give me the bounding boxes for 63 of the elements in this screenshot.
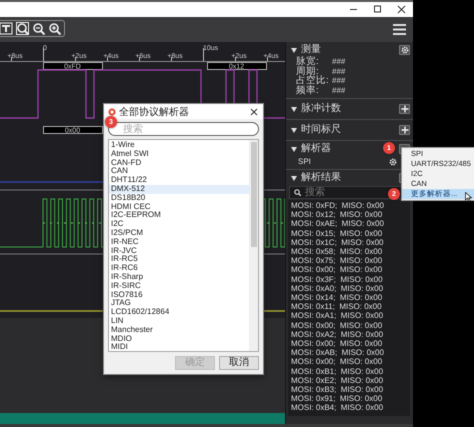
list-item[interactable]: IR-RC5: [109, 255, 249, 264]
list-item[interactable]: I2C-EEPROM: [109, 211, 249, 220]
list-item[interactable]: LCD1602/12864: [109, 308, 249, 317]
measure-label: 频率:: [296, 84, 320, 97]
result-row[interactable]: MOSI: 0x58; MISO: 0x00: [291, 247, 407, 256]
cancel-button[interactable]: 取消: [219, 356, 259, 370]
measure-label: 脉宽:: [296, 55, 320, 68]
list-item[interactable]: CAN: [109, 167, 249, 176]
result-row[interactable]: MOSI: 0xA0; MISO: 0x00: [291, 284, 407, 294]
section-title: 解析器: [301, 143, 331, 155]
list-item[interactable]: I2C: [109, 220, 249, 229]
measure-label: 占空比:: [296, 75, 330, 86]
result-row[interactable]: MOSI: 0xAB; MISO: 0x00: [291, 348, 407, 358]
list-item[interactable]: IR-RC6: [109, 264, 249, 273]
list-item[interactable]: IR-Sharp: [109, 272, 249, 282]
list-item[interactable]: JTAG: [109, 299, 249, 308]
result-row[interactable]: MOSI: 0x3F; MISO: 0x00: [291, 274, 407, 284]
list-item[interactable]: HDMI CEC: [109, 202, 249, 212]
measure-value: ###: [332, 57, 346, 66]
result-row[interactable]: MOSI: 0xA1; MISO: 0x00: [291, 311, 407, 321]
section-title: 时间标尺: [301, 124, 341, 136]
section-title: 测量: [301, 44, 321, 56]
list-item[interactable]: CAN-FD: [109, 158, 249, 168]
result-row[interactable]: MOSI: 0xB4; MISO: 0x00: [291, 403, 407, 413]
measure-label: 周期:: [296, 66, 319, 77]
result-row[interactable]: MOSI: 0xA2; MISO: 0x00: [291, 330, 407, 340]
result-row[interactable]: MOSI: 0xB3; MISO: 0x00: [291, 385, 407, 394]
result-row[interactable]: MOSI: 0xFD; MISO: 0x00: [291, 201, 407, 210]
result-row[interactable]: MOSI: 0x00; MISO: 0x00: [291, 339, 407, 348]
result-row[interactable]: MOSI: 0x00; MISO: 0x00: [291, 320, 407, 330]
list-item[interactable]: Manchester: [109, 326, 249, 335]
result-row[interactable]: MOSI: 0x15; MISO: 0x00: [291, 228, 407, 238]
result-row[interactable]: MOSI: 0x91; MISO: 0x00: [291, 394, 407, 404]
list-item[interactable]: I2S/PCM: [109, 228, 249, 238]
result-row[interactable]: MOSI: 0xB1; MISO: 0x00: [291, 366, 407, 376]
result-row[interactable]: MOSI: 0x00; MISO: 0x00: [291, 357, 407, 367]
decoder-name[interactable]: SPI: [298, 157, 311, 166]
result-row[interactable]: MOSI: 0xE2; MISO: 0x00: [291, 376, 407, 386]
result-row[interactable]: MOSI: 0xAE; MISO: 0x00: [291, 219, 407, 229]
list-item[interactable]: LIN: [109, 316, 249, 326]
dialog-title: 全部协议解析器: [119, 106, 190, 118]
result-row[interactable]: MOSI: 0x00; MISO: 0x00: [291, 265, 407, 275]
list-item[interactable]: DHT11/22: [109, 176, 249, 185]
section-title: 解析结果: [301, 172, 341, 184]
result-row[interactable]: MOSI: 0x12; MISO: 0x00: [291, 210, 407, 220]
measure-value: ###: [332, 76, 346, 86]
result-row[interactable]: MOSI: 0x14; MISO: 0x00: [291, 293, 407, 302]
section-title: 脉冲计数: [301, 103, 341, 115]
list-item[interactable]: DMX-512: [109, 184, 249, 194]
list-item[interactable]: MIDI: [109, 343, 249, 351]
list-item[interactable]: MDIO: [109, 334, 249, 344]
result-row[interactable]: MOSI: 0x11; MISO: 0x00: [291, 302, 407, 312]
measure-value: ###: [332, 66, 346, 76]
list-item[interactable]: 1-Wire: [109, 141, 249, 150]
list-item[interactable]: ISO7816: [109, 290, 249, 300]
list-item[interactable]: IR-SIRC: [109, 282, 249, 291]
list-item[interactable]: IR-NEC: [109, 238, 249, 247]
result-row[interactable]: MOSI: 0x75; MISO: 0x00: [291, 256, 407, 266]
list-item[interactable]: Atmel SWI: [109, 150, 249, 159]
list-item[interactable]: IR-JVC: [109, 246, 249, 256]
list-item[interactable]: DS18B20: [109, 194, 249, 203]
measure-value: ###: [332, 86, 346, 95]
result-row[interactable]: MOSI: 0x1C; MISO: 0x00: [291, 238, 407, 248]
